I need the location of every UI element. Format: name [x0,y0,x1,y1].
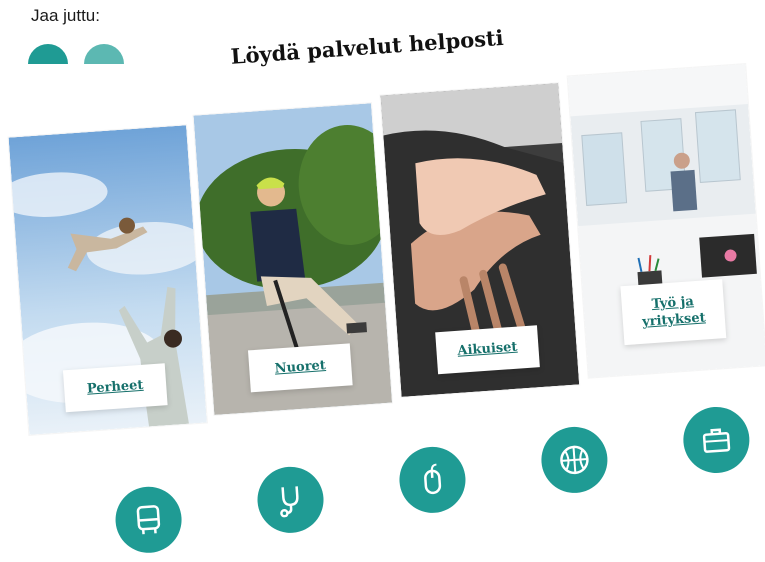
card-label[interactable]: Työ ja yritykset [620,279,726,345]
card-aikuiset[interactable]: Aikuiset [381,83,580,397]
basketball-icon[interactable] [539,425,609,495]
bus-icon[interactable] [113,485,183,555]
stethoscope-icon[interactable] [255,465,325,535]
card-nuoret[interactable]: Nuoret [193,103,391,415]
briefcase-icon[interactable] [681,405,751,475]
card-tyo-ja-yritykset[interactable]: Työ ja yritykset [568,64,765,378]
card-label[interactable]: Nuoret [248,344,353,393]
card-label[interactable]: Perheet [63,364,168,413]
card-perheet[interactable]: Perheet [9,125,207,435]
mouse-icon[interactable] [397,445,467,515]
card-label[interactable]: Aikuiset [435,326,540,375]
services-section: Löydä palvelut helposti Perheet [0,0,765,552]
section-title: Löydä palvelut helposti [217,24,518,70]
